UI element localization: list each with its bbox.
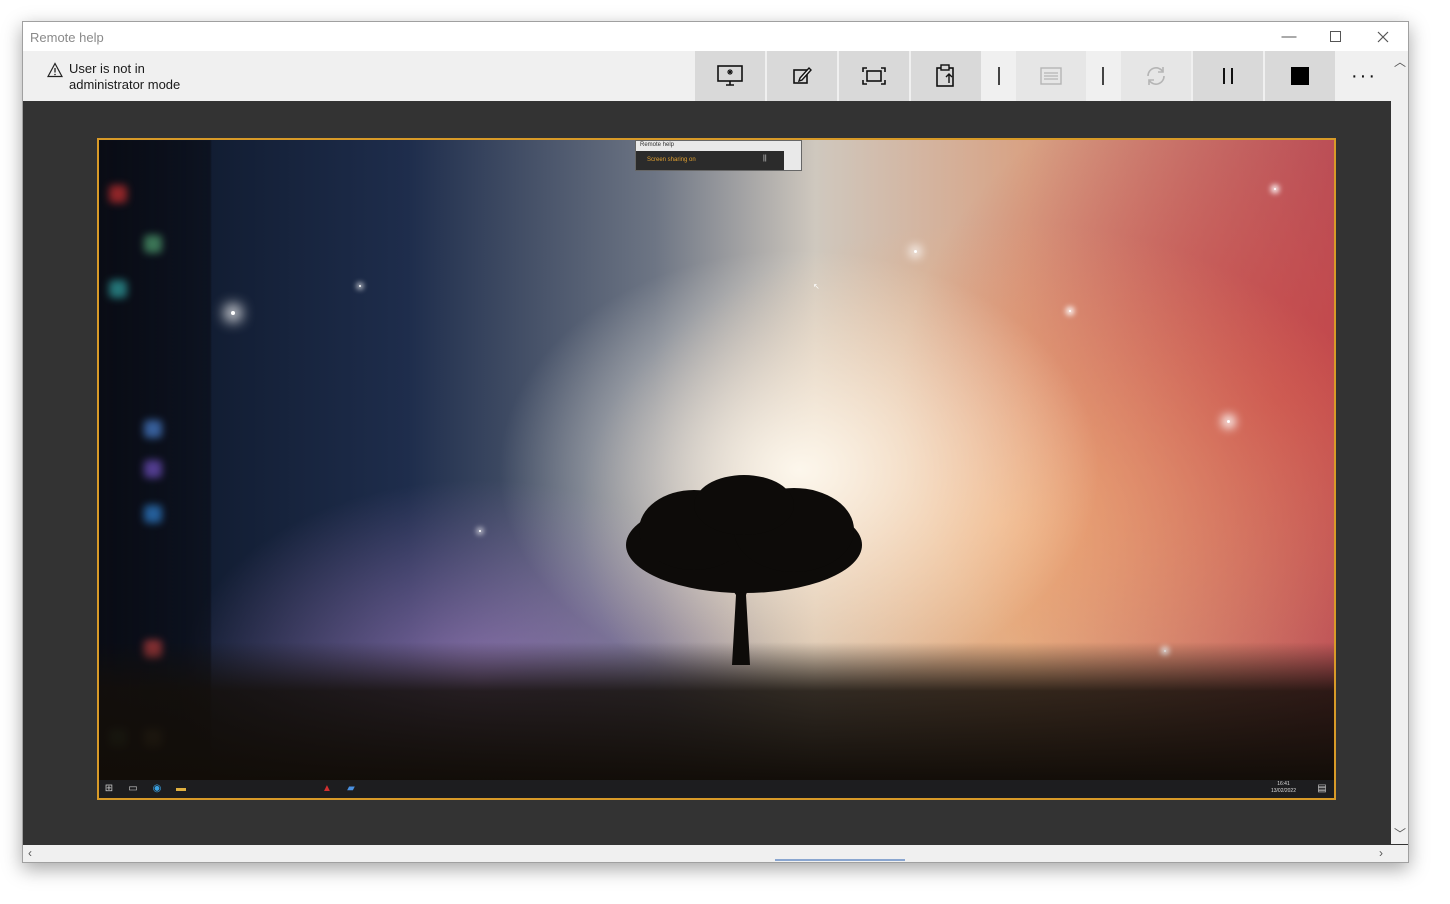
refresh-icon bbox=[1147, 67, 1165, 85]
more-icon: ··· bbox=[1351, 64, 1377, 87]
tree-silhouette bbox=[626, 475, 862, 665]
desktop-icon bbox=[144, 460, 162, 478]
toolbar-separator bbox=[998, 67, 1000, 85]
maximize-icon bbox=[1329, 31, 1341, 42]
remote-help-mini-window: Remote help Screen sharing on || bbox=[635, 140, 802, 171]
title-bar[interactable]: Remote help — bbox=[23, 22, 1408, 51]
maximize-button[interactable] bbox=[1312, 22, 1358, 51]
remote-desktop-view[interactable]: Remote help Screen sharing on || ↖ ⊞ ▭ ◉… bbox=[97, 138, 1336, 800]
select-monitor-button[interactable] bbox=[695, 51, 765, 101]
window-title: Remote help bbox=[30, 30, 104, 45]
task-manager-button[interactable] bbox=[1016, 51, 1086, 101]
mouse-cursor-icon: ↖ bbox=[813, 282, 820, 291]
stop-icon bbox=[1291, 67, 1309, 85]
close-icon bbox=[1377, 31, 1389, 42]
desktop-icon bbox=[144, 420, 162, 438]
star bbox=[479, 530, 481, 532]
acrobat-icon: ▲ bbox=[322, 783, 332, 794]
pause-icon bbox=[1223, 68, 1233, 84]
screen-sharing-status: Screen sharing on bbox=[647, 157, 696, 163]
mini-window-title: Remote help bbox=[640, 142, 675, 148]
warning-text: User is not in administrator mode bbox=[69, 61, 181, 92]
more-options-button[interactable]: ··· bbox=[1337, 51, 1391, 101]
edge-icon: ◉ bbox=[152, 783, 162, 794]
scroll-right-icon[interactable]: › bbox=[1379, 846, 1383, 860]
clock-date: 13/02/2022 bbox=[1270, 788, 1296, 794]
toolbar-separator bbox=[1102, 67, 1104, 85]
desktop-icon bbox=[109, 185, 127, 203]
annotate-button[interactable] bbox=[767, 51, 837, 101]
mini-clipboard-icon bbox=[784, 151, 801, 170]
task-view-icon: ▭ bbox=[128, 783, 138, 794]
star bbox=[359, 285, 361, 287]
close-button[interactable] bbox=[1360, 22, 1406, 51]
task-list-icon bbox=[1040, 67, 1062, 85]
pause-button[interactable] bbox=[1193, 51, 1263, 101]
clipboard-icon bbox=[936, 64, 954, 87]
file-explorer-icon: ▬ bbox=[176, 783, 186, 794]
remote-help-window: Remote help — User is not in administrat… bbox=[22, 21, 1409, 863]
minimize-icon: — bbox=[1281, 28, 1297, 45]
stop-button[interactable] bbox=[1265, 51, 1335, 101]
horizontal-scrollbar[interactable]: ‹ › bbox=[23, 845, 1391, 862]
scrollbar-corner bbox=[1391, 845, 1408, 862]
star bbox=[1227, 420, 1230, 423]
star bbox=[1069, 310, 1071, 312]
desktop-icon bbox=[109, 280, 127, 298]
system-clock: 16:41 13/02/2022 bbox=[1271, 781, 1296, 795]
remote-help-taskbar-icon: ▰ bbox=[347, 783, 355, 794]
star bbox=[231, 311, 235, 315]
monitor-icon bbox=[717, 65, 743, 86]
mini-title-bar: Remote help bbox=[636, 141, 801, 151]
minimize-button[interactable]: — bbox=[1266, 22, 1312, 51]
star bbox=[1274, 188, 1276, 190]
mini-pause-icon: || bbox=[763, 155, 767, 162]
fit-screen-icon bbox=[862, 67, 886, 85]
desktop-icon bbox=[144, 235, 162, 253]
session-toolbar: User is not in administrator mode ··· bbox=[23, 51, 1391, 101]
clock-time: 16:41 bbox=[1277, 781, 1290, 787]
notification-icon: ▤ bbox=[1317, 783, 1327, 794]
remote-taskbar: ⊞ ▭ ◉ ▬ ▲ ▰ 16:41 13/02/2022 ▤ bbox=[99, 780, 1334, 798]
pen-icon bbox=[793, 66, 812, 84]
restart-button[interactable] bbox=[1121, 51, 1191, 101]
scroll-down-icon[interactable]: ﹀ bbox=[1394, 825, 1406, 842]
admin-mode-warning: User is not in administrator mode bbox=[47, 61, 209, 93]
desktop-icon bbox=[144, 505, 162, 523]
vertical-scrollbar[interactable]: ︿ ﹀ bbox=[1391, 51, 1408, 844]
scroll-up-icon[interactable]: ︿ bbox=[1394, 53, 1406, 70]
warning-icon bbox=[47, 62, 63, 78]
scroll-left-icon[interactable]: ‹ bbox=[28, 846, 32, 860]
windows-start-icon: ⊞ bbox=[104, 783, 114, 794]
actual-size-button[interactable] bbox=[839, 51, 909, 101]
star bbox=[914, 250, 917, 253]
clipboard-button[interactable] bbox=[911, 51, 981, 101]
horizontal-scroll-thumb[interactable] bbox=[775, 859, 905, 861]
